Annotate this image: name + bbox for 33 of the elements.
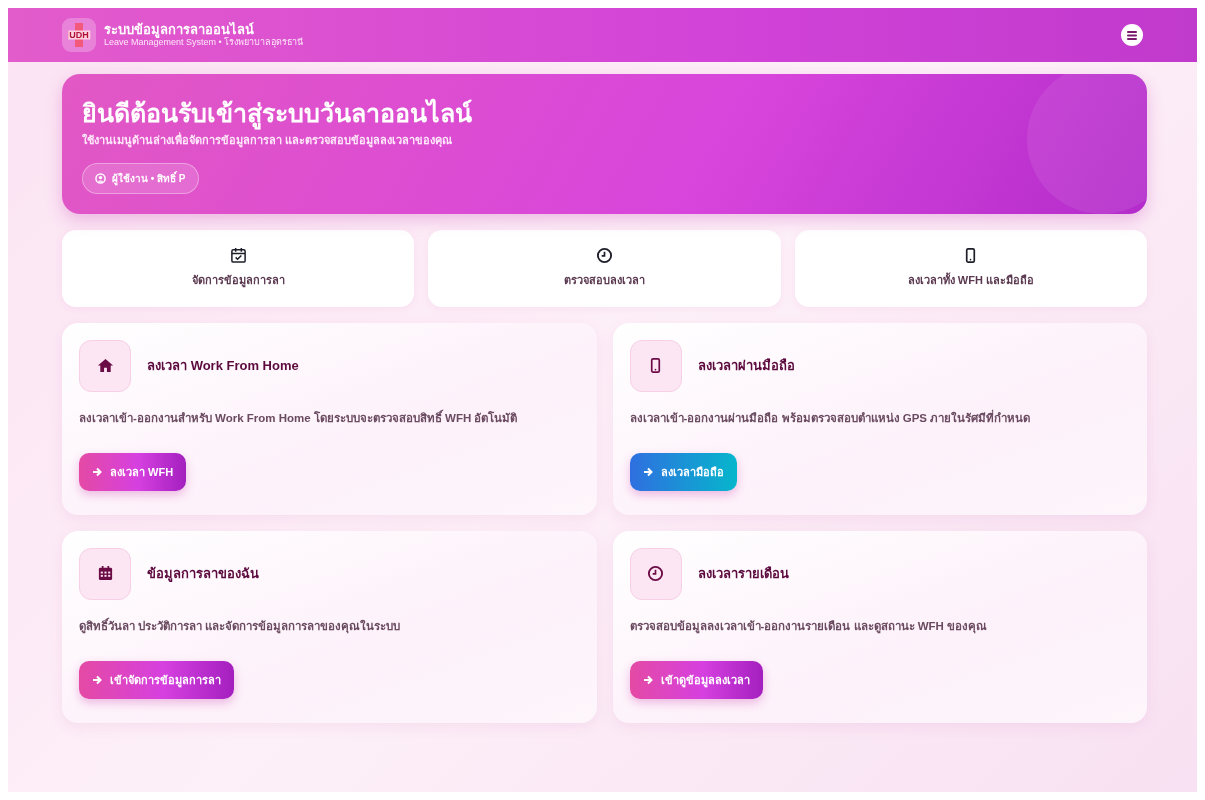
action-button[interactable]: เข้าจัดการข้อมูลการลา — [79, 660, 234, 699]
action-button[interactable]: เข้าดูข้อมูลลงเวลา — [629, 660, 763, 699]
clock-icon — [647, 565, 664, 582]
card-title: ลงเวลา Work From Home — [147, 356, 299, 375]
arrow-right-icon — [92, 466, 102, 477]
card-description: ดูสิทธิ์วันลา ประวัติการลา และจัดการข้อมูลการลาของคุณในระบบ — [79, 617, 402, 636]
home-icon — [96, 357, 114, 374]
card-title: ลงเวลาผ่านมือถือ — [697, 356, 795, 375]
user-role-text: ผู้ใช้งาน • สิทธิ์ P — [112, 170, 186, 186]
quick-link-tile[interactable]: ตรวจสอบลงเวลา — [428, 229, 781, 307]
card-description: ลงเวลาเข้า-ออกงานสำหรับ Work From Home โดยระบบจะตรวจสอบสิทธิ์ WFH อัตโนมัติ — [79, 409, 519, 426]
quick-link-tile[interactable]: จัดการข้อมูลการลา — [62, 229, 415, 307]
welcome-title: ยินดีต้อนรับเข้าสู่ระบบวันลาออนไลน์ — [82, 98, 1127, 128]
arrow-right-icon — [642, 466, 653, 477]
card-description: ลงเวลาเข้า-ออกงานผ่านมือถือ พร้อมตรวจสอบตำแหน่ง GPS ภายในรัศมีที่กำหนด — [629, 409, 1032, 426]
action-button[interactable]: ลงเวลา WFH — [79, 452, 187, 491]
calendar-check-icon — [229, 247, 247, 265]
card-title: ข้อมูลการลาของฉัน — [147, 564, 259, 584]
arrow-right-icon — [642, 674, 653, 685]
logo-text: UDH — [68, 30, 90, 40]
arrow-right-icon — [92, 674, 102, 685]
card-description: ตรวจสอบข้อมูลลงเวลาเข้า-ออกงานรายเดือน และดูสถานะ WFH ของคุณ — [629, 618, 989, 636]
action-button[interactable]: ลงเวลามือถือ — [629, 452, 737, 491]
user-icon — [95, 172, 106, 184]
quick-link-tile[interactable]: ลงเวลาทั้ง WFH และมือถือ — [794, 229, 1147, 307]
app-subtitle: Leave Management System • โรงพยาบาลอุดรธานี — [104, 37, 304, 49]
app-title: ระบบข้อมูลการลาออนไลน์ — [104, 21, 254, 38]
welcome-subtitle: ใช้งานเมนูด้านล่างเพื่อจัดการข้อมูลการลา และตรวจสอบข้อมูลลงเวลาของคุณ — [82, 132, 454, 149]
menu-icon — [1127, 30, 1137, 40]
clock-icon — [596, 247, 613, 265]
card-title: ลงเวลารายเดือน — [697, 564, 789, 583]
calendar-icon — [96, 565, 114, 582]
menu-button[interactable] — [1121, 24, 1143, 46]
